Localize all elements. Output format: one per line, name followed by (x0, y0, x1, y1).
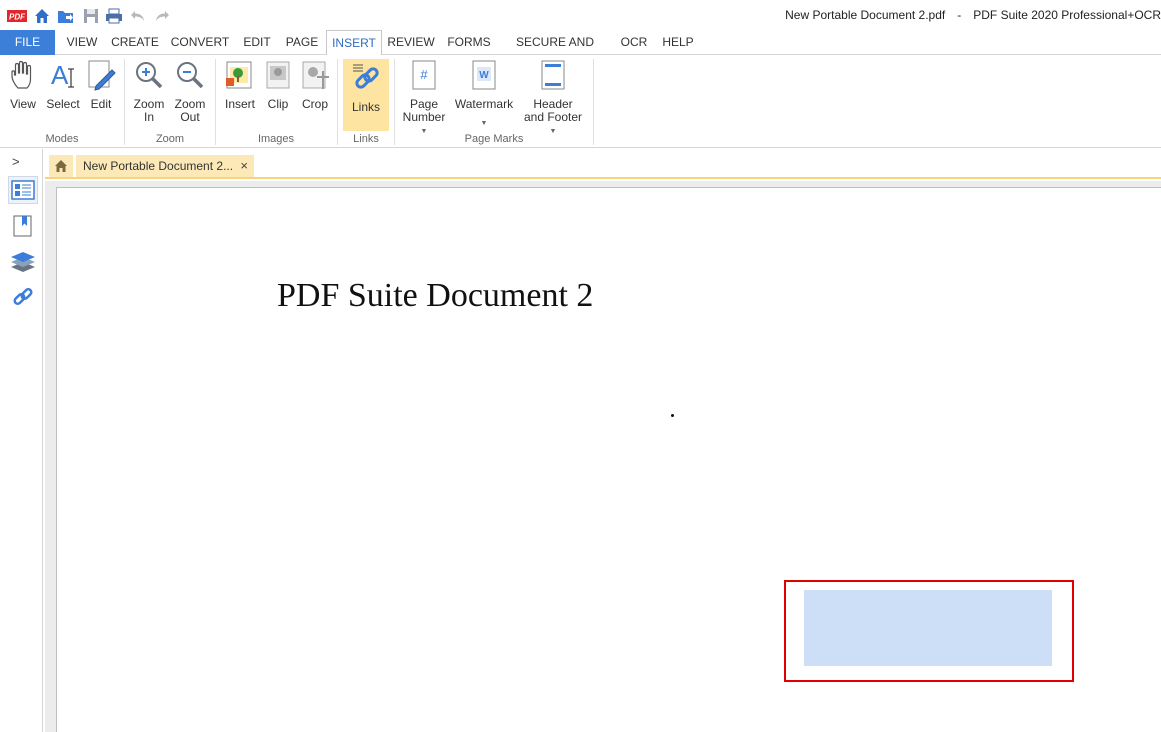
links-label: Links (351, 100, 380, 114)
clip-image-icon (262, 58, 294, 92)
zoom-out-icon (174, 58, 206, 92)
undo-icon[interactable] (128, 6, 148, 26)
layers-icon[interactable] (8, 248, 38, 276)
zoom-group-label: Zoom (155, 133, 185, 145)
menu-help[interactable]: HELP (658, 30, 698, 55)
edit-label: Edit (90, 97, 112, 111)
left-side-panel: > (0, 149, 43, 732)
title-separator: - (957, 8, 962, 22)
svg-text:A: A (51, 60, 69, 90)
modes-group-label: Modes (45, 133, 79, 145)
links-icon (350, 61, 382, 95)
insert-image-icon (224, 58, 256, 92)
page-number-icon: # (408, 58, 440, 92)
menu-view[interactable]: VIEW (61, 30, 103, 55)
save-icon[interactable] (81, 6, 101, 26)
ribbon: View A Select Edit Modes Zoom In Zoom Ou… (0, 55, 1161, 148)
document-tab-strip: New Portable Document 2... × (45, 149, 1161, 179)
clip-image-button[interactable]: Clip (261, 58, 295, 111)
ribbon-separator (593, 59, 594, 145)
zoom-in-label-2: In (143, 110, 154, 124)
document-canvas[interactable]: PDF Suite Document 2 (45, 181, 1161, 732)
zoom-out-label-2: Out (180, 110, 200, 124)
hand-icon (7, 58, 39, 92)
app-name: PDF Suite 2020 Professional+OCR (973, 8, 1161, 22)
redo-icon[interactable] (152, 6, 172, 26)
document-tab-label: New Portable Document 2... (83, 159, 234, 173)
page-marks-group-label: Page Marks (464, 133, 524, 145)
close-icon[interactable]: × (240, 155, 248, 177)
crop-image-icon (299, 58, 331, 92)
watermark-button[interactable]: W Watermark ▼ (452, 58, 516, 130)
window-title: New Portable Document 2.pdf - PDF Suite 20… (773, 8, 1161, 22)
images-group-label: Images (257, 133, 295, 145)
menu-secure-and-sign[interactable]: SECURE AND SIGN (501, 30, 609, 74)
svg-text:W: W (479, 70, 489, 81)
select-text-icon: A (47, 58, 79, 92)
links-panel-icon[interactable] (8, 284, 38, 312)
chevron-down-icon: ▼ (480, 120, 488, 127)
insert-image-label: Insert (224, 97, 255, 111)
document-name: New Portable Document 2.pdf (785, 8, 946, 22)
header-footer-button[interactable]: Header and Footer ▼ (521, 58, 585, 138)
menu-convert[interactable]: CONVERT (167, 30, 233, 55)
menu-create[interactable]: CREATE (108, 30, 162, 55)
menu-review[interactable]: REVIEW (385, 30, 437, 55)
home-icon[interactable] (32, 6, 52, 26)
crop-image-button[interactable]: Crop (297, 58, 333, 111)
menu-bar: FILE VIEW CREATE CONVERT EDIT PAGE INSER… (0, 30, 1161, 74)
pdf-logo-icon: PDF (6, 6, 28, 26)
link-annotation-selection[interactable] (784, 580, 1074, 682)
menu-forms[interactable]: FORMS (443, 30, 495, 55)
pdf-page[interactable]: PDF Suite Document 2 (56, 187, 1161, 732)
document-title-text[interactable]: PDF Suite Document 2 (277, 277, 593, 315)
title-bar: PDF New Portable Document 2.pdf - PDF Suit… (0, 0, 1161, 30)
home-tab[interactable] (49, 155, 73, 177)
text-dot (671, 414, 674, 417)
menu-page[interactable]: PAGE (281, 30, 323, 55)
watermark-icon: W (468, 58, 500, 92)
header-footer-label-2: and Footer (523, 110, 583, 124)
edit-pencil-icon (85, 58, 117, 92)
page-number-button[interactable]: # Page Number ▼ (400, 58, 448, 138)
menu-insert[interactable]: INSERT (326, 30, 382, 56)
menu-ocr[interactable]: OCR (615, 30, 653, 55)
svg-text:#: # (420, 67, 428, 82)
view-mode-button[interactable]: View (4, 58, 42, 111)
clip-image-label: Clip (267, 97, 289, 111)
select-label: Select (46, 97, 80, 111)
links-button[interactable]: Links (343, 59, 389, 131)
document-tab[interactable]: New Portable Document 2... × (76, 155, 254, 177)
zoom-in-button[interactable]: Zoom In (130, 58, 168, 124)
menu-file[interactable]: FILE (0, 30, 55, 55)
thumbnails-icon[interactable] (8, 176, 38, 204)
expand-panel-button[interactable]: > (12, 154, 20, 169)
zoom-in-icon (133, 58, 165, 92)
page-number-label-2: Number (402, 110, 446, 124)
links-group-label: Links (353, 133, 379, 145)
home-icon (55, 160, 67, 172)
view-label: View (10, 97, 36, 111)
link-area-fill[interactable] (804, 590, 1052, 666)
edit-mode-button[interactable]: Edit (84, 58, 118, 111)
print-icon[interactable] (104, 6, 124, 26)
bookmarks-icon[interactable] (8, 212, 38, 240)
watermark-label: Watermark (454, 97, 514, 111)
insert-image-button[interactable]: Insert (221, 58, 259, 111)
svg-text:PDF: PDF (9, 13, 26, 22)
open-folder-icon[interactable] (56, 6, 76, 26)
crop-image-label: Crop (301, 97, 328, 111)
menu-edit[interactable]: EDIT (238, 30, 276, 55)
select-mode-button[interactable]: A Select (44, 58, 82, 111)
header-footer-icon (537, 58, 569, 92)
zoom-out-button[interactable]: Zoom Out (171, 58, 209, 124)
